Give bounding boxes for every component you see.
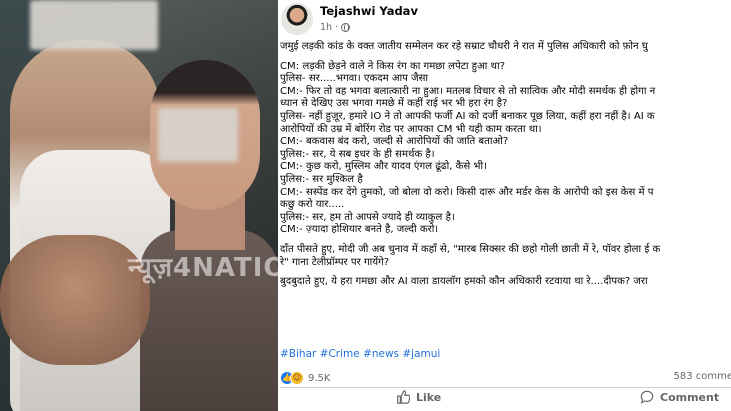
post-stats: 👍 ☺ 9.5K 583 comme: [280, 370, 731, 386]
channel-watermark: न्यूज़4NATION: [128, 253, 278, 283]
post-line: CM: लड़की छेड़ने वाले ने किस रंग का गमछा…: [280, 60, 505, 72]
post-line: पुलिस:- सर मुश्किल है: [280, 173, 363, 185]
post-line: जमुई लड़की कांड के वक्त जातीय सम्मेलन कर…: [280, 41, 648, 52]
comment-label: Comment: [660, 390, 720, 404]
reaction-count: 9.5K: [308, 372, 331, 384]
face-blur-box: [158, 108, 238, 162]
like-button[interactable]: Like: [396, 390, 441, 404]
comment-icon: [640, 390, 654, 404]
author-name[interactable]: Tejashwi Yadav: [320, 4, 418, 18]
post-line: पुलिस:- सर, ये सब इधर के ही समर्थक है।: [280, 148, 435, 160]
post-line: पुलिस- सर.....भगवा। एकदम आप जैसा: [280, 73, 429, 85]
post-line: बुदबुदाते हुए, ये हरा गमछा और AI वाला डा…: [280, 276, 648, 288]
post-line: CM:- फिर तो वह भगवा बलात्कारी ना हुआ। मत…: [280, 85, 656, 97]
author-avatar[interactable]: [281, 3, 313, 35]
facebook-post: Tejashwi Yadav 1h · जमुई लड़की कांड के व…: [278, 0, 731, 411]
post-line: कछु करो यार.....: [280, 199, 345, 211]
post-line: दाँत पीसते हुए, मोदी जी अब चुनाव में कहा…: [280, 243, 661, 255]
post-line: पुलिस:- सर, हम तो आपसे ज्यादे ही व्याकुल…: [280, 211, 455, 223]
comment-button[interactable]: Comment: [640, 390, 719, 404]
haha-reaction-icon: ☺: [290, 371, 304, 385]
post-body: जमुई लड़की कांड के वक्त जातीय सम्मेलन कर…: [280, 41, 731, 289]
post-line: CM:- बकवास बंद करो, जल्दी से आरोपियों की…: [280, 136, 509, 148]
news-photo[interactable]: न्यूज़4NATION: [0, 0, 278, 411]
post-line: CM:- कुछ करो, मुस्लिम और यादव एंगल ढूंढो…: [280, 161, 487, 173]
globe-icon: [341, 23, 351, 32]
thumbs-up-icon: [397, 390, 410, 404]
separator-dot: ·: [335, 22, 339, 33]
post-line: आरोपियों की उम्र में बोरिंग रोड पर आपका …: [280, 123, 542, 135]
reaction-summary[interactable]: 👍 ☺ 9.5K: [280, 371, 330, 385]
post-line: CM:- ज़्यादा होशियार बनते है, जल्दी करो।: [280, 224, 439, 236]
post-meta: 1h ·: [320, 22, 351, 33]
post-actions: Like Comment: [278, 390, 731, 411]
comment-count[interactable]: 583 comme: [673, 371, 731, 382]
post-line: ध्यान से देखिए उस भगवा गमछे में कहीं राई…: [280, 98, 508, 110]
hashtag-links[interactable]: #Bihar #Crime #news #jamui: [280, 348, 440, 360]
like-label: Like: [416, 390, 442, 404]
face-blur-box: [30, 0, 158, 50]
actions-divider: [280, 387, 731, 388]
post-line: रे" गाना टेलीप्रॉम्पर पर गायेंगे?: [280, 256, 390, 268]
post-line: पुलिस- नहीं हुज़ूर, हमारे IO ने तो आपकी …: [280, 110, 655, 122]
post-line: CM:- सस्पेंड कर देंगे तुमको, जो बोला वो …: [280, 186, 654, 198]
post-time[interactable]: 1h: [320, 22, 332, 33]
